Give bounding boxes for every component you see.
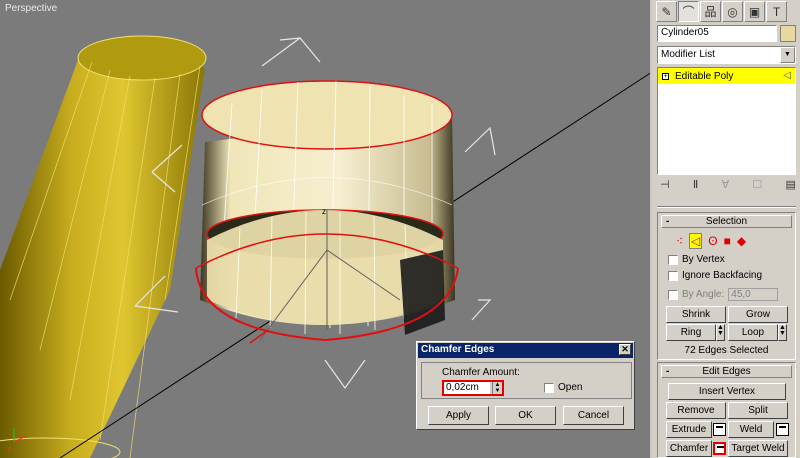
edit-edges-rollout-header[interactable]: - Edit Edges [661,365,792,378]
by-angle-input[interactable]: 45,0 [728,288,779,301]
modify-tab-icon[interactable]: ⌒ [678,1,699,22]
ignore-backfacing-label: Ignore Backfacing [682,270,763,281]
modifier-stack[interactable]: + Editable Poly ◁ [657,67,796,175]
configure-sets-icon[interactable]: ▤ [786,178,796,192]
selection-rollout-header[interactable]: - Selection [661,215,792,228]
command-panel: ✎ ⌒ 品 ◎ ▣ T Cylinder05 Modifier List ▼ +… [654,0,800,458]
command-panel-tabs: ✎ ⌒ 品 ◎ ▣ T [656,1,798,23]
pin-stack-icon[interactable]: ⊣ [660,178,670,192]
remove-modifier-icon[interactable]: ☐ [752,178,762,192]
remove-button[interactable]: Remove [666,402,726,419]
show-end-result-icon[interactable]: Ⅱ [693,178,698,192]
vertex-icon[interactable]: ⁖ [676,234,683,248]
dialog-title-bar[interactable]: Chamfer Edges ✕ [418,343,633,358]
open-option[interactable]: Open [544,382,582,393]
border-icon[interactable]: ʘ [708,234,717,248]
weld-settings-icon[interactable] [776,423,789,436]
cancel-button[interactable]: Cancel [563,406,624,425]
stack-item-label: Editable Poly [675,70,734,82]
dialog-title: Chamfer Edges [421,344,495,355]
stack-item-editable-poly[interactable]: + Editable Poly ◁ [658,68,795,84]
motion-tab-icon[interactable]: ◎ [722,1,743,22]
display-tab-icon[interactable]: ▣ [744,1,765,22]
close-icon[interactable]: ✕ [619,344,631,355]
expand-icon[interactable]: + [662,72,669,80]
by-vertex-checkbox[interactable] [668,254,678,265]
polygon-icon[interactable]: ■ [724,234,731,248]
svg-text:z: z [322,207,326,216]
chamfer-amount-spinner[interactable]: ▲ ▼ [492,382,502,394]
weld-button[interactable]: Weld [728,421,774,438]
loop-spinner[interactable]: ▲ ▼ [778,324,787,341]
chamfer-amount-label: Chamfer Amount: [442,367,520,378]
utilities-tab-icon[interactable]: T [766,1,787,22]
subobject-toolbar: ⁖ ◁ ʘ ■ ◆ [676,233,746,249]
split-button[interactable]: Split [728,402,788,419]
modifier-list-dropdown[interactable]: Modifier List ▼ [657,46,796,64]
selection-rollout: - Selection ⁖ ◁ ʘ ■ ◆ By Vertex Ignore Ba… [657,212,796,360]
selection-status: 72 Edges Selected [684,345,769,356]
object-color-swatch[interactable] [780,25,796,42]
chamfer-amount-input[interactable]: 0,02cm [444,382,490,394]
element-icon[interactable]: ◆ [737,234,746,248]
target-weld-button[interactable]: Target Weld [728,440,788,457]
chamfer-settings-icon[interactable] [713,442,726,455]
rollout-title: Edit Edges [702,366,751,377]
make-unique-icon[interactable]: ∀ [722,178,730,192]
modifier-list-label: Modifier List [661,49,715,60]
object-name-field[interactable]: Cylinder05 [657,25,777,42]
edge-icon[interactable]: ◁ [689,233,703,249]
chamfer-button[interactable]: Chamfer [666,440,712,457]
grow-button[interactable]: Grow [728,306,788,323]
open-label: Open [558,382,583,393]
extrude-button[interactable]: Extrude [666,421,712,438]
ok-button[interactable]: OK [495,406,556,425]
by-angle-checkbox[interactable] [668,289,678,300]
viewport-label[interactable]: Perspective [5,3,57,14]
chamfer-amount-field-wrapper: 0,02cm ▲ ▼ [442,380,504,396]
extrude-settings-icon[interactable] [713,423,726,436]
by-vertex-row[interactable]: By Vertex [668,254,725,265]
shrink-button[interactable]: Shrink [666,306,726,323]
ignore-backfacing-checkbox[interactable] [668,270,678,281]
chamfer-edges-dialog: Chamfer Edges ✕ Chamfer Amount: 0,02cm ▲… [416,341,635,430]
ring-spinner[interactable]: ▲ ▼ [716,324,725,341]
rollout-title: Selection [705,216,748,227]
loop-button[interactable]: Loop [728,324,778,341]
dropdown-arrow-icon[interactable]: ▼ [780,47,795,63]
insert-vertex-button[interactable]: Insert Vertex [668,383,786,400]
ignore-backfacing-row[interactable]: Ignore Backfacing [668,270,762,281]
open-checkbox[interactable] [544,382,554,393]
edge-mode-icon: ◁ [783,70,791,81]
svg-text:z: z [7,444,12,454]
create-tab-icon[interactable]: ✎ [656,1,677,22]
ring-button[interactable]: Ring [666,324,716,341]
apply-button[interactable]: Apply [428,406,489,425]
hierarchy-tab-icon[interactable]: 品 [700,1,721,22]
divider [657,206,796,208]
by-angle-row[interactable]: By Angle: 45,0 [668,288,779,301]
by-angle-label: By Angle: [682,289,725,300]
edit-edges-rollout: - Edit Edges Insert Vertex Remove Split E… [657,362,796,458]
yellow-tube-object [0,35,207,458]
stack-toolbar: ⊣ Ⅱ ∀ ☐ ▤ [660,178,796,192]
by-vertex-label: By Vertex [682,254,725,265]
